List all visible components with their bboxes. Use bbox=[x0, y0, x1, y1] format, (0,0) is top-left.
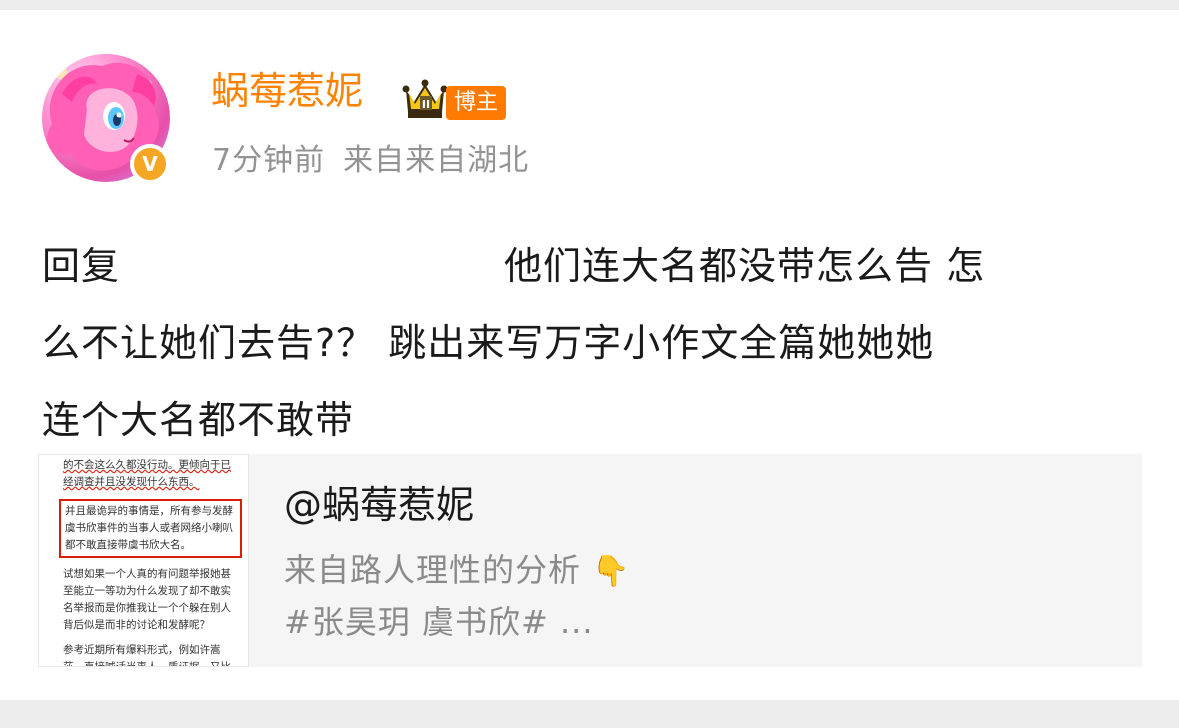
verified-badge-icon: V bbox=[130, 144, 170, 184]
username[interactable]: 蜗莓惹妮 bbox=[211, 72, 363, 110]
quoted-thumbnail[interactable]: 的不会这么久都没行动。更倾向于已经调查并且没发现什么东西。 并且最诡异的事情是，… bbox=[38, 454, 249, 667]
thumb-paragraph-4: 参考近期所有爆料形式，例如许嵩莎，直接喊话当事人，质证据。又比如脱粉站姐走路录音… bbox=[63, 644, 231, 667]
svg-text:II: II bbox=[422, 98, 430, 111]
weibo-post-card: V 蜗莓惹妮 II 博主 7分钟前 来自来自湖北 回复 他们连大名都没带怎么告 怎 … bbox=[0, 10, 1179, 700]
post-source: 来自来自湖北 bbox=[343, 143, 530, 178]
quoted-desc-text: 来自路人理性的分析 bbox=[284, 551, 582, 589]
content-line-3: 连个大名都不敢带 bbox=[42, 398, 355, 442]
quoted-hashtags[interactable]: #张昊玥 虞书欣# ... bbox=[284, 606, 594, 638]
quoted-post-card[interactable]: 的不会这么久都没行动。更倾向于已经调查并且没发现什么东西。 并且最诡异的事情是，… bbox=[38, 454, 1142, 667]
content-text-1: 他们连大名都没带怎么告 怎 bbox=[504, 244, 986, 288]
post-meta: 7分钟前 来自来自湖北 bbox=[212, 146, 529, 176]
thumb-paragraph-3: 试想如果一个人真的有问题举报她甚至能立一等功为什么发现了却不敢实名举报而是你推我… bbox=[63, 568, 231, 631]
reply-label: 回复 bbox=[42, 244, 121, 288]
post-time: 7分钟前 bbox=[212, 143, 326, 178]
pointing-down-hand-icon: 👇 bbox=[592, 554, 631, 589]
thumb-paragraph-2: 并且最诡异的事情是，所有参与发酵虞书欣事件的当事人或者网络小喇叭都不敢直接带虞书… bbox=[59, 499, 242, 558]
content-line-1: 回复 他们连大名都没带怎么告 怎 bbox=[42, 228, 1132, 305]
crown-icon: II bbox=[402, 79, 448, 118]
role-badge: 博主 bbox=[446, 86, 507, 120]
post-content: 回复 他们连大名都没带怎么告 怎 么不让她们去告?？ 跳出来写万字小作文全篇她她她… bbox=[42, 228, 1132, 459]
thumb-paragraph-1: 的不会这么久都没行动。更倾向于已经调查并且没发现什么东西。 bbox=[63, 459, 231, 488]
quoted-description: 来自路人理性的分析 👇 bbox=[284, 554, 631, 587]
content-line-2: 么不让她们去告?？ 跳出来写万字小作文全篇她她她 bbox=[42, 321, 935, 365]
quoted-username[interactable]: @蜗莓惹妮 bbox=[284, 486, 474, 524]
